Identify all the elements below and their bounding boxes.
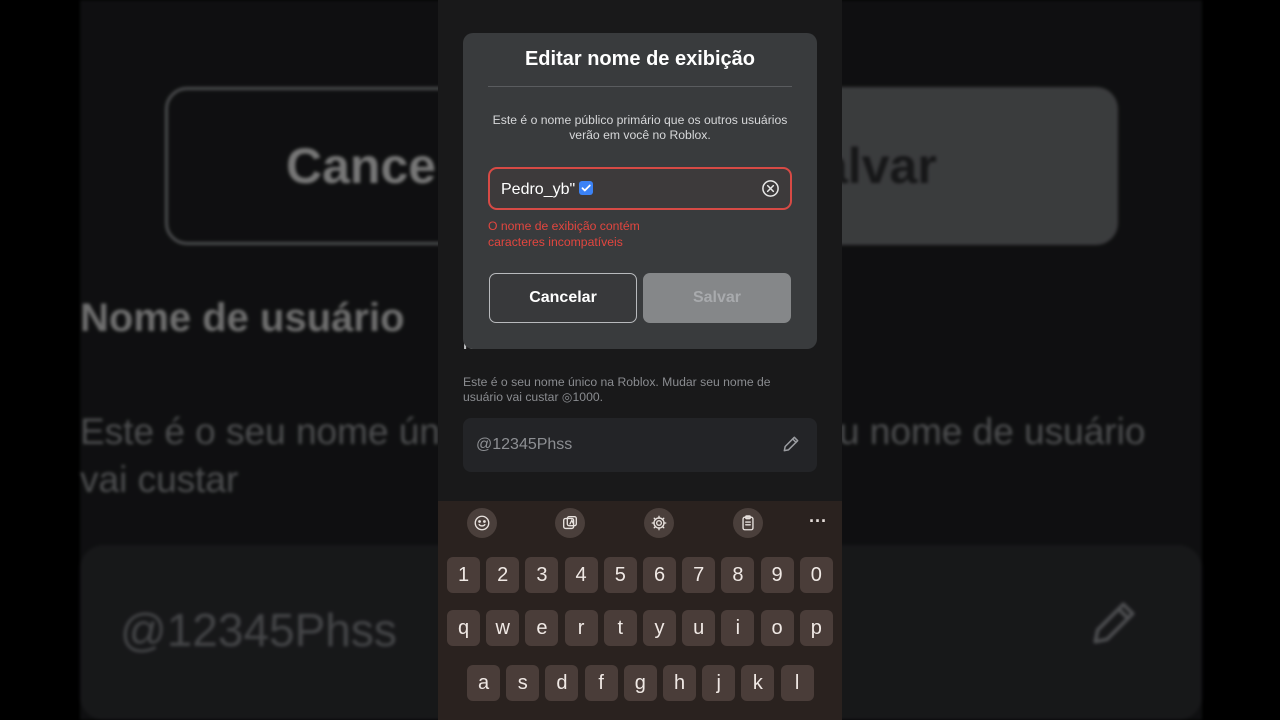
phone-screen: Nome de usuário Este é o seu nome único … [438, 0, 842, 720]
key-p[interactable]: p [799, 610, 833, 646]
key-o[interactable]: o [760, 610, 794, 646]
key-r[interactable]: r [564, 610, 598, 646]
key-j[interactable]: j [702, 665, 736, 701]
key-s[interactable]: s [506, 665, 540, 701]
display-name-value-wrap: Pedro_yb" [501, 180, 594, 199]
on-screen-keyboard: ··· 1234567890 qwertyuiop asdfghjkl [438, 501, 842, 720]
display-name-input[interactable]: Pedro_yb" [488, 167, 792, 210]
username-field[interactable]: @12345Phss [463, 418, 817, 472]
key-l[interactable]: l [780, 665, 814, 701]
key-0[interactable]: 0 [799, 557, 833, 593]
bg-section-title: Nome de usuário [80, 296, 405, 340]
dialog-title: Editar nome de exibição [524, 48, 756, 70]
key-1[interactable]: 1 [447, 557, 480, 593]
key-h[interactable]: h [663, 665, 696, 701]
pencil-icon [1093, 602, 1135, 644]
username-text: @12345Phss [476, 436, 573, 453]
key-i[interactable]: i [721, 610, 755, 646]
key-e[interactable]: e [525, 610, 559, 646]
sticker-icon[interactable] [555, 508, 585, 538]
display-name-value: Pedro_yb" [501, 181, 576, 198]
verified-badge-icon [579, 181, 594, 195]
bg-username-text: @12345Phss [120, 604, 397, 656]
cancel-button[interactable]: Cancelar [489, 273, 637, 323]
section-description: Este é o seu nome único na Roblox. Mudar… [463, 375, 771, 404]
save-button[interactable]: Salvar [643, 273, 791, 323]
key-y[interactable]: y [643, 610, 676, 646]
clear-input-icon[interactable] [761, 179, 780, 198]
settings-icon[interactable] [644, 508, 674, 538]
divider [488, 86, 792, 87]
key-t[interactable]: t [603, 610, 637, 646]
key-9[interactable]: 9 [760, 557, 794, 593]
key-2[interactable]: 2 [486, 557, 520, 593]
pencil-icon[interactable] [781, 434, 801, 454]
dialog-description: Este é o nome público primário que os ou… [492, 113, 788, 142]
keyboard-toolbar: ··· [438, 501, 842, 545]
key-w[interactable]: w [486, 610, 520, 646]
clipboard-icon[interactable] [733, 508, 763, 538]
more-options-icon[interactable]: ··· [803, 510, 833, 536]
key-4[interactable]: 4 [564, 557, 598, 593]
key-8[interactable]: 8 [721, 557, 755, 593]
error-message: O nome de exibição contém caracteres inc… [488, 219, 640, 249]
edit-display-name-dialog: Editar nome de exibição Este é o nome pú… [463, 33, 817, 349]
key-f[interactable]: f [584, 665, 618, 701]
key-g[interactable]: g [623, 665, 657, 701]
screen: Cance alvar Nome de usuário Este é o seu… [0, 0, 1280, 720]
key-k[interactable]: k [741, 665, 775, 701]
key-a[interactable]: a [467, 665, 500, 701]
key-6[interactable]: 6 [643, 557, 676, 593]
key-3[interactable]: 3 [525, 557, 559, 593]
key-q[interactable]: q [447, 610, 480, 646]
key-5[interactable]: 5 [603, 557, 637, 593]
key-d[interactable]: d [545, 665, 579, 701]
emoji-icon[interactable] [467, 508, 497, 538]
key-7[interactable]: 7 [682, 557, 716, 593]
key-u[interactable]: u [682, 610, 716, 646]
